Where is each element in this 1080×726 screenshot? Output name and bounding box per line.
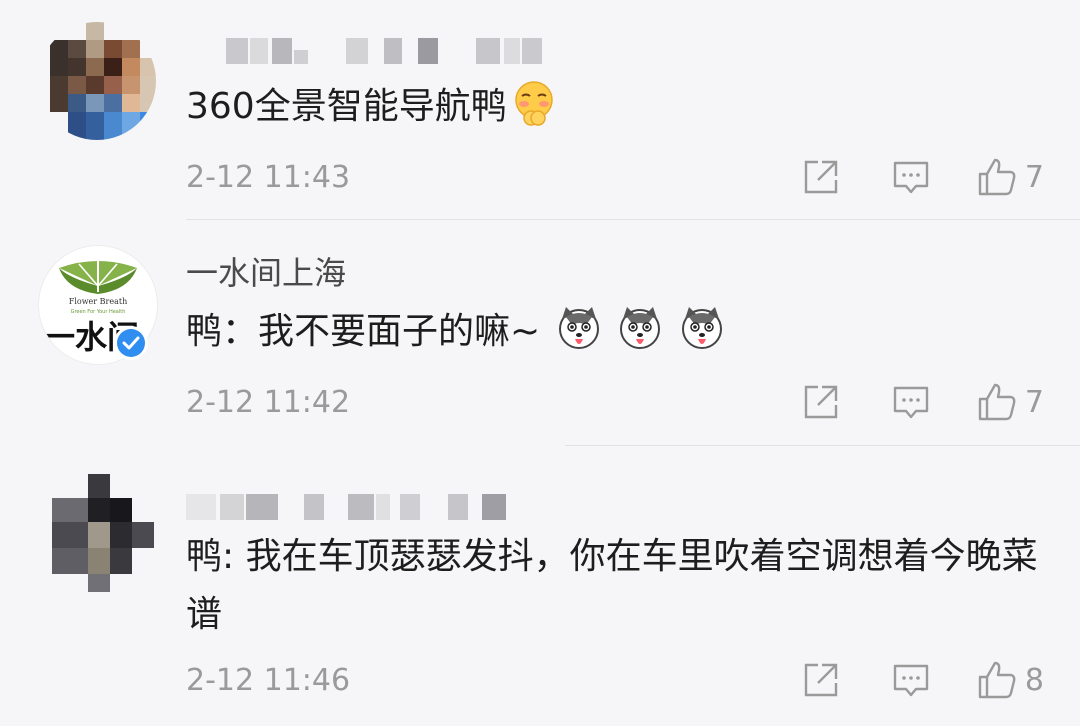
reply-icon[interactable] [891,157,931,197]
like-button[interactable]: 7 [977,382,1044,422]
comment-text: 鸭: 我在车顶瑟瑟发抖，你在车里吹着空调想着今晚菜谱 [186,536,1038,635]
comment-divider [186,219,1080,220]
comment-list: 360全景智能导航鸭 2-12 11:43 7 Flower Breath Gr… [0,0,1080,726]
brand-tagline: Green For Your Health [71,309,126,315]
husky-emoji-icon [620,307,661,349]
username-blurred[interactable] [186,38,546,64]
share-icon[interactable] [801,660,841,700]
user-avatar-pixelated[interactable] [38,22,156,140]
share-icon[interactable] [801,157,841,197]
verified-badge-icon [114,326,148,360]
user-avatar-pixelated[interactable] [38,474,156,592]
username[interactable]: 一水间上海 [186,248,346,294]
comment-meta: 2-12 11:46 8 [186,655,1044,705]
share-icon[interactable] [801,382,841,422]
comment-time: 2-12 11:43 [186,159,351,195]
husky-emoji-icon [681,307,722,349]
like-button[interactable]: 8 [977,660,1044,700]
like-count: 7 [1024,159,1044,195]
comment-time: 2-12 11:46 [186,662,351,698]
husky-emoji-icon [558,307,599,349]
like-button[interactable]: 7 [977,157,1044,197]
shy-face-emoji-icon [514,81,553,126]
like-count: 8 [1024,662,1044,698]
comment-meta: 2-12 11:43 7 [186,152,1044,202]
comment-divider [565,445,1080,446]
comment-meta: 2-12 11:42 7 [186,377,1044,427]
username-blurred[interactable] [186,494,526,520]
thumbs-up-icon [978,158,1016,196]
reply-icon[interactable] [891,382,931,422]
thumbs-up-icon [978,383,1016,421]
comment-text: 360全景智能导航鸭 [186,78,1056,136]
comment-time: 2-12 11:42 [186,384,351,420]
brand-name: Flower Breath [69,297,127,306]
reply-icon[interactable] [891,660,931,700]
comment-text: 鸭：我不要面子的嘛~ [186,303,1056,361]
thumbs-up-icon [978,661,1016,699]
like-count: 7 [1024,384,1044,420]
